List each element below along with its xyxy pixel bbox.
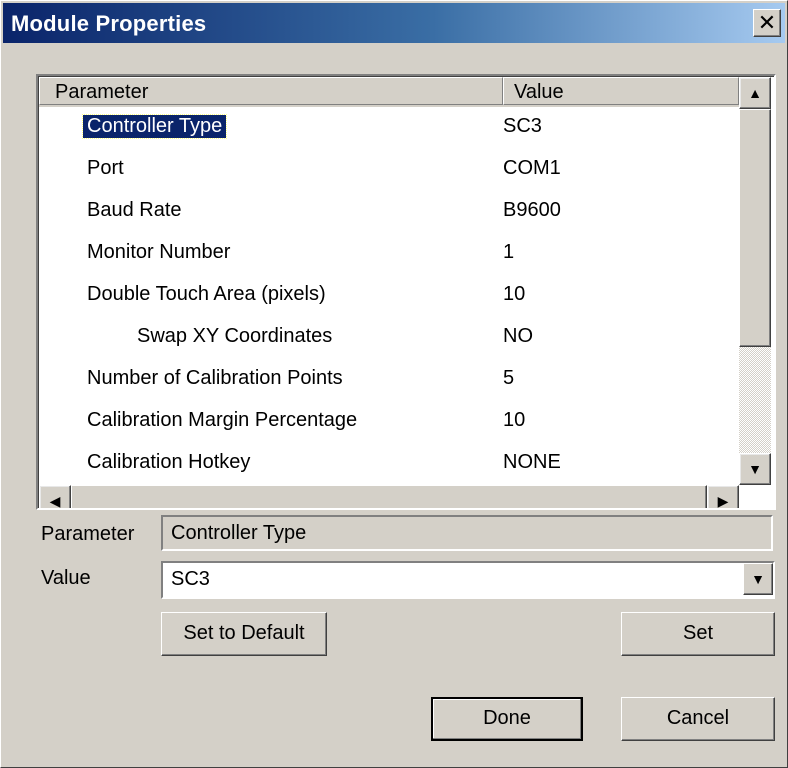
table-row[interactable]: Controller Type SC3 — [39, 107, 737, 149]
horizontal-scrollbar[interactable]: ◀ ▶ — [39, 485, 739, 509]
set-to-default-button[interactable]: Set to Default — [161, 612, 327, 656]
row-parameter: Calibration Margin Percentage — [87, 409, 358, 431]
scroll-right-button[interactable]: ▶ — [707, 485, 739, 509]
scroll-left-button[interactable]: ◀ — [39, 485, 71, 509]
set-button[interactable]: Set — [621, 612, 775, 656]
table-row[interactable]: Calibration Hotkey NONE — [39, 443, 737, 485]
dropdown-button[interactable]: ▼ — [743, 563, 773, 595]
table-row[interactable]: Baud Rate B9600 — [39, 191, 737, 233]
close-button[interactable]: ✕ — [753, 9, 781, 37]
vertical-scrollbar[interactable]: ▲ ▼ — [739, 77, 771, 485]
arrow-right-icon: ▶ — [717, 493, 729, 509]
row-value: 10 — [503, 409, 526, 431]
row-value: COM1 — [503, 157, 561, 179]
row-value: B9600 — [503, 199, 561, 221]
horizontal-scroll-thumb[interactable] — [71, 485, 707, 508]
parameter-field: Controller Type — [161, 515, 773, 551]
table-row[interactable]: Calibration Margin Percentage 10 — [39, 401, 737, 443]
row-parameter: Monitor Number — [87, 241, 231, 263]
column-header-parameter[interactable]: Parameter — [39, 77, 503, 105]
vertical-scroll-thumb[interactable] — [739, 109, 771, 347]
row-value: NONE — [503, 451, 561, 473]
table-row[interactable]: Port COM1 — [39, 149, 737, 191]
row-parameter: Port — [87, 157, 124, 179]
chevron-down-icon: ▼ — [751, 571, 765, 587]
table-row[interactable]: Swap XY Coordinates NO — [39, 317, 737, 359]
row-parameter: Controller Type — [81, 114, 228, 139]
row-value: 10 — [503, 283, 526, 305]
scroll-up-button[interactable]: ▲ — [739, 77, 771, 109]
table-row[interactable]: Double Touch Area (pixels) 10 — [39, 275, 737, 317]
parameter-list[interactable]: Parameter Value Controller Type SC3 Port… — [36, 74, 776, 510]
row-parameter: Baud Rate — [87, 199, 182, 221]
title-bar[interactable]: Module Properties ✕ — [3, 3, 785, 43]
parameter-label: Parameter — [41, 523, 135, 545]
list-header: Parameter Value — [39, 77, 739, 107]
column-header-value[interactable]: Value — [503, 77, 739, 105]
arrow-left-icon: ◀ — [49, 493, 61, 509]
row-parameter: Swap XY Coordinates — [137, 325, 333, 347]
list-rows: Controller Type SC3 Port COM1 Baud Rate … — [39, 107, 737, 485]
value-dropdown-text: SC3 — [171, 568, 210, 590]
window-title: Module Properties — [11, 11, 207, 36]
value-dropdown[interactable]: SC3 ▼ — [161, 561, 775, 599]
cancel-button[interactable]: Cancel — [621, 697, 775, 741]
table-row[interactable]: Number of Calibration Points 5 — [39, 359, 737, 401]
arrow-up-icon: ▲ — [748, 85, 762, 101]
row-parameter: Calibration Hotkey — [87, 451, 251, 473]
row-value: SC3 — [503, 115, 542, 137]
close-icon: ✕ — [757, 10, 777, 35]
row-value: NO — [503, 325, 533, 347]
row-value: 5 — [503, 367, 515, 389]
module-properties-dialog: Module Properties ✕ Parameter Value Cont… — [0, 0, 788, 768]
row-parameter: Double Touch Area (pixels) — [87, 283, 326, 305]
scroll-down-button[interactable]: ▼ — [739, 453, 771, 485]
table-row[interactable]: Monitor Number 1 — [39, 233, 737, 275]
value-label: Value — [41, 567, 91, 589]
arrow-down-icon: ▼ — [748, 461, 762, 477]
row-value: 1 — [503, 241, 515, 263]
done-button[interactable]: Done — [431, 697, 583, 741]
row-parameter: Number of Calibration Points — [87, 367, 343, 389]
